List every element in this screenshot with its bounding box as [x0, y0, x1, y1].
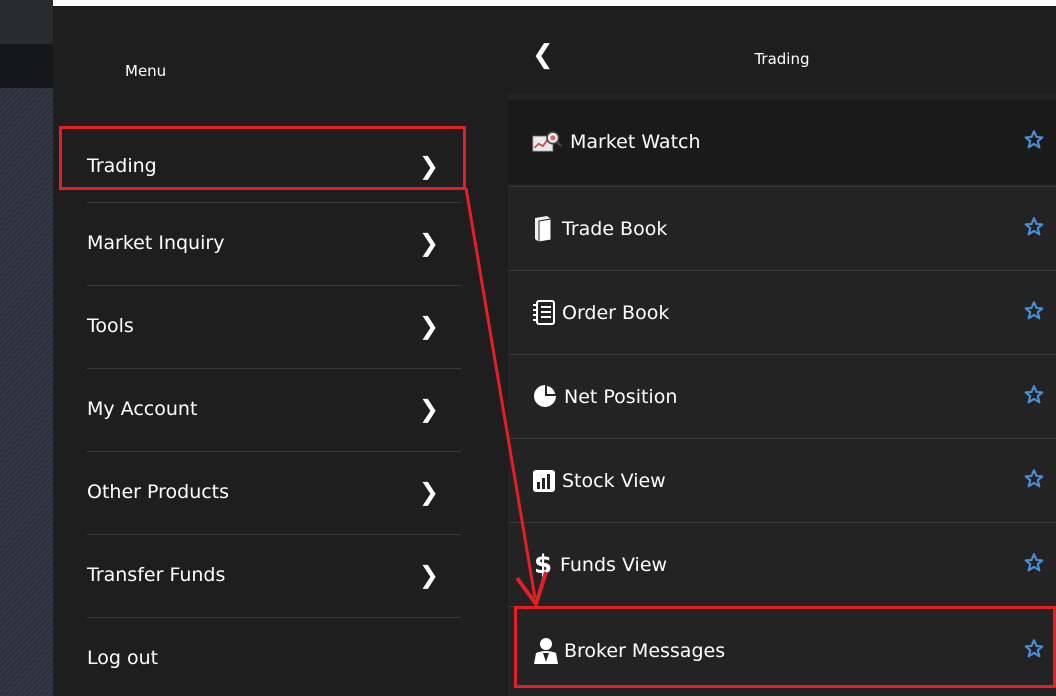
menu-item-label: Other Products [87, 481, 230, 503]
funds-view-icon: $ [534, 550, 553, 580]
submenu-item-funds-view[interactable]: $ Funds View [508, 523, 1056, 607]
menu-item-label: Tools [87, 315, 134, 337]
trading-submenu-panel: ❮ Trading Market Watch Trade Book Order … [508, 6, 1056, 696]
menu-item-market-inquiry[interactable]: Market Inquiry ❯ [87, 207, 461, 279]
submenu-item-market-watch[interactable]: Market Watch [508, 100, 1056, 184]
divider [87, 451, 461, 452]
background-header [0, 0, 53, 44]
submenu-item-trade-book[interactable]: Trade Book [508, 187, 1056, 271]
menu-item-my-account[interactable]: My Account ❯ [87, 373, 461, 445]
submenu-item-label: Funds View [560, 554, 668, 576]
star-icon[interactable] [1024, 130, 1044, 155]
highlight-box-trading [59, 126, 466, 190]
star-icon[interactable] [1024, 217, 1044, 242]
divider [87, 534, 461, 535]
trade-book-icon [532, 215, 562, 243]
background-strip [0, 0, 53, 696]
submenu-item-label: Trade Book [562, 218, 668, 240]
submenu-item-label: Net Position [564, 386, 678, 408]
chevron-right-icon: ❯ [418, 478, 439, 506]
net-position-icon [532, 383, 562, 411]
submenu-item-label: Market Watch [570, 131, 701, 153]
chevron-right-icon: ❯ [418, 312, 439, 340]
submenu-item-label: Order Book [562, 302, 670, 324]
highlight-box-broker-messages [514, 606, 1056, 688]
divider [87, 285, 461, 286]
divider [87, 617, 461, 618]
order-book-icon [532, 299, 562, 327]
menu-item-transfer-funds[interactable]: Transfer Funds ❯ [87, 539, 461, 611]
menu-item-tools[interactable]: Tools ❯ [87, 290, 461, 362]
menu-item-label: My Account [87, 398, 198, 420]
menu-item-label: Transfer Funds [87, 564, 226, 586]
star-icon[interactable] [1024, 469, 1044, 494]
divider [87, 202, 461, 203]
submenu-title: Trading [754, 50, 810, 68]
background-pattern [0, 88, 53, 696]
submenu-item-stock-view[interactable]: Stock View [508, 439, 1056, 523]
background-toolbar [0, 44, 53, 88]
stock-view-icon [532, 469, 562, 493]
submenu-item-label: Stock View [562, 470, 666, 492]
submenu-header: ❮ Trading [508, 6, 1056, 94]
star-icon[interactable] [1024, 553, 1044, 578]
menu-item-label: Market Inquiry [87, 232, 225, 254]
chevron-right-icon: ❯ [418, 395, 439, 423]
chevron-right-icon: ❯ [418, 229, 439, 257]
menu-item-log-out[interactable]: Log out [87, 622, 461, 694]
divider [87, 368, 461, 369]
market-watch-icon [532, 127, 562, 157]
menu-item-label: Log out [87, 647, 159, 669]
chevron-right-icon: ❯ [418, 561, 439, 589]
star-icon[interactable] [1024, 301, 1044, 326]
submenu-item-order-book[interactable]: Order Book [508, 271, 1056, 355]
main-menu-panel: Menu Trading ❯ Market Inquiry ❯ Tools ❯ … [53, 6, 508, 696]
menu-title: Menu [125, 62, 167, 80]
menu-item-other-products[interactable]: Other Products ❯ [87, 456, 461, 528]
star-icon[interactable] [1024, 385, 1044, 410]
submenu-item-net-position[interactable]: Net Position [508, 355, 1056, 439]
